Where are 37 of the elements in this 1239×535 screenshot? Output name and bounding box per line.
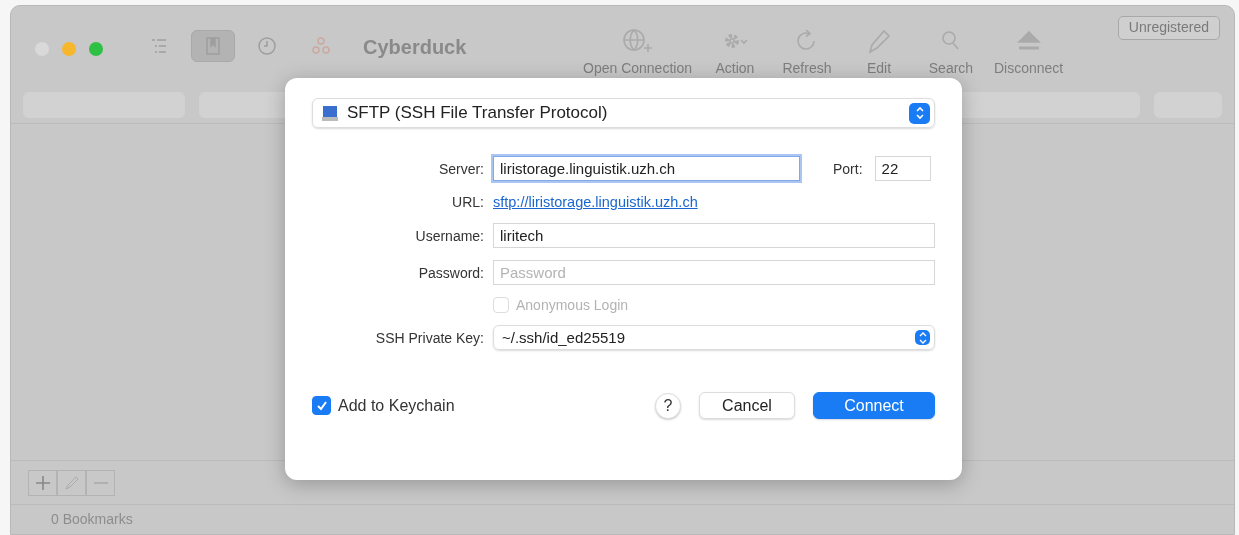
field-label: Port: <box>833 160 863 177</box>
status-text: 0 Bookmarks <box>11 504 1234 534</box>
protocol-popup[interactable]: SFTP (SSH File Transfer Protocol) <box>312 98 935 128</box>
field-label: Password: <box>417 264 484 281</box>
globe-plus-icon <box>622 28 653 54</box>
remove-button[interactable] <box>86 469 115 496</box>
connect-button[interactable]: Connect <box>813 392 935 419</box>
registration-badge: Unregistered <box>1117 16 1220 40</box>
network-icon <box>311 36 331 56</box>
help-button[interactable]: ? <box>655 392 681 419</box>
plus-icon <box>34 474 51 491</box>
ssh-key-popup[interactable]: ~/.ssh/id_ed25519 <box>493 325 935 350</box>
add-button[interactable] <box>28 469 57 496</box>
field-label: URL: <box>451 194 484 210</box>
cancel-button[interactable]: Cancel <box>699 392 795 419</box>
drive-icon <box>321 104 339 122</box>
clock-icon <box>257 36 277 56</box>
edit-button[interactable] <box>57 469 86 496</box>
username-field[interactable]: liritech <box>493 223 935 248</box>
zoom-button[interactable] <box>89 42 103 56</box>
view-toggle[interactable] <box>191 30 235 62</box>
checkmark-icon <box>315 399 328 412</box>
window-title: Cyberduck <box>363 36 468 59</box>
password-field[interactable]: Password <box>493 260 935 285</box>
server-field[interactable]: liristorage.linguistik.uzh.ch <box>493 156 800 181</box>
url-link[interactable]: sftp://liristorage.linguistik.uzh.ch <box>493 194 698 210</box>
field-label: SSH Private Key: <box>374 329 484 346</box>
field-label: Username: <box>414 227 484 244</box>
port-field[interactable]: 22 <box>874 156 931 181</box>
stepper-icon <box>909 102 930 124</box>
pencil-icon <box>63 474 80 491</box>
minus-icon <box>92 480 109 485</box>
outline-icon <box>149 36 169 56</box>
minimize-button[interactable] <box>62 42 76 56</box>
stepper-icon <box>915 330 930 345</box>
keychain-checkbox[interactable]: Add to Keychain <box>312 396 455 415</box>
field-label: Server: <box>437 160 484 177</box>
